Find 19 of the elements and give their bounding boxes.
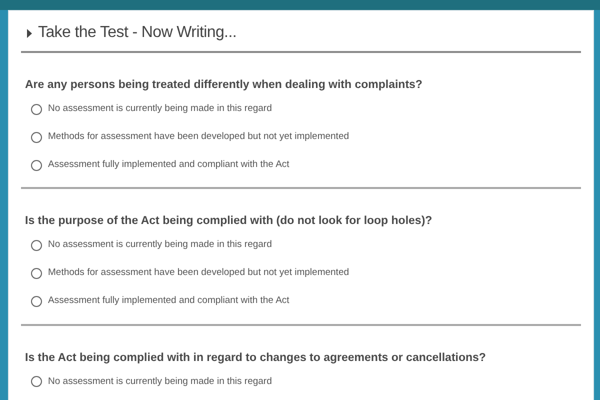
radio-button[interactable]: [31, 268, 42, 279]
radio-button[interactable]: [31, 160, 42, 171]
caret-icon: [27, 28, 32, 38]
answer-option[interactable]: No assessment is currently being made in this regard: [25, 95, 272, 124]
answer-option[interactable]: Methods for assessment have been developed but not yet implemented: [25, 260, 350, 288]
question-text: Is the purpose of the Act being complied with (do not look for loop holes)?: [25, 214, 434, 230]
radio-button[interactable]: [31, 104, 42, 115]
section-title: Take the Test - Now Writing...: [38, 23, 236, 43]
radio-button[interactable]: [31, 240, 42, 251]
answer-option[interactable]: No assessment is currently being made in this regard: [25, 368, 272, 396]
answer-option[interactable]: Assessment fully implemented and compliant with the Act: [25, 288, 290, 316]
question-text: Is the Act being complied with in regard to changes to agreements or cancellations?: [25, 350, 487, 366]
radio-button[interactable]: [31, 296, 42, 307]
radio-button[interactable]: [31, 376, 42, 388]
radio-button[interactable]: [31, 132, 42, 143]
answer-option[interactable]: Methods for assessment have been developed but not yet implemented: [25, 123, 350, 152]
answer-option[interactable]: Assessment fully implemented and compliant with the Act: [25, 151, 290, 180]
question-text: Are any persons being treated differently when dealing with complaints?: [25, 78, 424, 93]
answer-option[interactable]: No assessment is currently being made in this regard: [25, 232, 272, 260]
